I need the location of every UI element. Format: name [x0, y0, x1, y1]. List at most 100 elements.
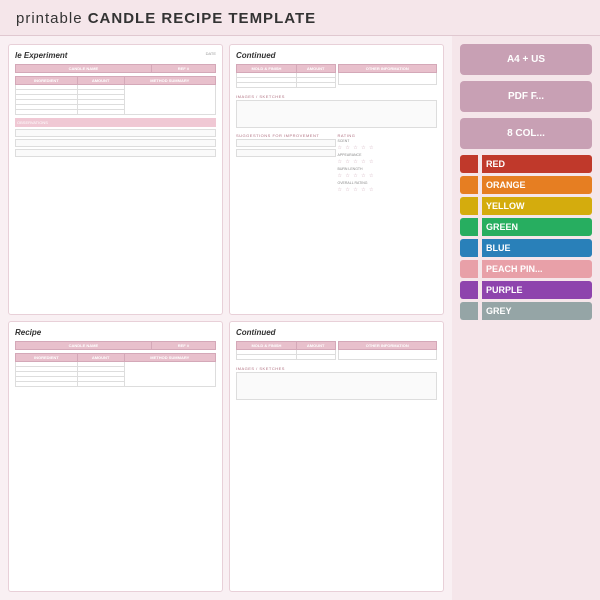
card1-table-header: CANDLE NAME REF #	[15, 64, 216, 73]
color-item-yellow: YELLOW	[460, 197, 592, 215]
card3-amount-col: AMOUNT	[77, 354, 124, 362]
color-swatch-purple	[460, 281, 478, 299]
card4-other-table: OTHER INFORMATION	[338, 341, 438, 360]
card2-images-box	[236, 100, 437, 128]
card2-appearance-label: APPEARANCE	[338, 153, 438, 157]
color-item-grey: GREY	[460, 302, 592, 320]
card3-candle-name: CANDLE NAME	[16, 342, 152, 350]
card2-bottom-section: SUGGESTIONS FOR IMPROVEMENT RATING SCENT…	[236, 130, 437, 195]
color-swatch-grey	[460, 302, 478, 320]
card4-title: Continued	[236, 328, 437, 337]
card1-title: le Experiment	[15, 51, 216, 60]
card1-ref: REF #	[151, 65, 215, 73]
card1-observations-box	[15, 129, 216, 137]
card3-table-header: CANDLE NAME REF #	[15, 341, 216, 350]
color-item-orange: ORANGE	[460, 176, 592, 194]
card2-scent-stars: ☆ ☆ ☆ ☆ ☆	[338, 145, 438, 151]
card4-mold-col: MOLD & FINISH	[237, 342, 297, 350]
color-item-red: RED	[460, 155, 592, 173]
color-swatch-green	[460, 218, 478, 236]
card2-overall-label: OVERALL RATING	[338, 181, 438, 185]
color-list: RED ORANGE YELLOW GREEN BLUE PEACH PIN... PURP…	[460, 155, 592, 320]
card3-title: Recipe	[15, 328, 216, 337]
color-item-peach-pink: PEACH PIN...	[460, 260, 592, 278]
card2-title: Continued	[236, 51, 437, 60]
card2-other-section: OTHER INFORMATION	[338, 64, 438, 91]
page-header: printable CANDLE RECIPE TEMPLATE	[0, 0, 600, 36]
color-swatch-blue	[460, 239, 478, 257]
card4-mold-section: MOLD & FINISH AMOUNT	[236, 341, 336, 363]
template-card-continued2: Continued MOLD & FINISH AMOUNT	[229, 321, 444, 592]
card2-suggestions-box2	[236, 149, 336, 157]
card3-ingredients-table: INGREDIENT AMOUNT METHOD SUMMARY	[15, 353, 216, 387]
color-label-orange: ORANGE	[482, 176, 592, 194]
card1-observations-label: OBSERVATIONS	[15, 118, 216, 127]
card2-overall-stars: ☆ ☆ ☆ ☆ ☆	[338, 187, 438, 193]
card2-amount-col: AMOUNT	[296, 65, 335, 73]
template-card-continued1: Continued MOLD & FINISH AMOUNT	[229, 44, 444, 315]
color-swatch-yellow	[460, 197, 478, 215]
card4-top-section: MOLD & FINISH AMOUNT OTHER INFORMATION	[236, 341, 437, 363]
header-title: CANDLE RECIPE TEMPLATE	[88, 10, 316, 27]
card2-suggestions-col: SUGGESTIONS FOR IMPROVEMENT	[236, 130, 336, 195]
info-panel: A4 + US PDF F... 8 COL... RED ORANGE YELLO…	[452, 36, 600, 600]
card1-ingredient-col: INGREDIENT	[16, 77, 78, 85]
card2-suggestions-box	[236, 139, 336, 147]
color-item-purple: PURPLE	[460, 281, 592, 299]
color-label-red: RED	[482, 155, 592, 173]
card2-other-table: OTHER INFORMATION	[338, 64, 438, 85]
color-swatch-red	[460, 155, 478, 173]
color-label-yellow: YELLOW	[482, 197, 592, 215]
card1-amount-col: AMOUNT	[77, 77, 124, 85]
main-content: le Experiment DATE CANDLE NAME REF # ING…	[0, 36, 600, 600]
color-item-green: GREEN	[460, 218, 592, 236]
card1-candle-name: CANDLE NAME	[16, 65, 152, 73]
card2-appearance-stars: ☆ ☆ ☆ ☆ ☆	[338, 159, 438, 165]
card2-overall-stars-display: ☆ ☆ ☆ ☆ ☆	[338, 187, 375, 193]
card2-burn-stars: ☆ ☆ ☆ ☆ ☆	[338, 173, 438, 179]
badge-format: PDF F...	[460, 81, 592, 112]
card1-method-col: METHOD SUMMARY	[124, 77, 215, 85]
color-item-blue: BLUE	[460, 239, 592, 257]
card2-mold-table: MOLD & FINISH AMOUNT	[236, 64, 336, 88]
card2-rating-col: RATING SCENT ☆ ☆ ☆ ☆ ☆ APPEARANCE ☆ ☆ ☆ …	[338, 130, 438, 195]
card4-other-col: OTHER INFORMATION	[338, 342, 437, 350]
color-label-green: GREEN	[482, 218, 592, 236]
card2-top-section: MOLD & FINISH AMOUNT OTHER INFORMATION	[236, 64, 437, 91]
card2-burn-label: BURN LENGTH	[338, 167, 438, 171]
color-label-blue: BLUE	[482, 239, 592, 257]
card4-images-box	[236, 372, 437, 400]
color-swatch-peach-pink	[460, 260, 478, 278]
header-prefix: printable	[16, 10, 88, 27]
templates-panel: le Experiment DATE CANDLE NAME REF # ING…	[0, 36, 452, 600]
card2-overall-row: OVERALL RATING	[338, 181, 438, 185]
color-label-grey: GREY	[482, 302, 592, 320]
card3-ingredient-col: INGREDIENT	[16, 354, 78, 362]
card2-other-col: OTHER INFORMATION	[338, 65, 437, 73]
card2-appearance-row: APPEARANCE	[338, 153, 438, 157]
color-label-purple: PURPLE	[482, 281, 592, 299]
template-card-experiment: le Experiment DATE CANDLE NAME REF # ING…	[8, 44, 223, 315]
card4-images-label: IMAGES / SKETCHES	[236, 366, 437, 371]
color-label-peach-pink: PEACH PIN...	[482, 260, 592, 278]
card4-other-section: OTHER INFORMATION	[338, 341, 438, 363]
card2-scent-label: SCENT	[338, 139, 438, 143]
card1-observations-box2	[15, 139, 216, 147]
card4-mold-table: MOLD & FINISH AMOUNT	[236, 341, 336, 360]
card2-images-label: IMAGES / SKETCHES	[236, 94, 437, 99]
card2-scent-row: SCENT	[338, 139, 438, 143]
card1-date: DATE	[206, 51, 216, 56]
template-card-recipe: Recipe CANDLE NAME REF # INGREDIENT AMOU…	[8, 321, 223, 592]
card2-rating-label: RATING	[338, 133, 438, 138]
card2-scent-stars-display: ☆ ☆ ☆ ☆ ☆	[338, 145, 375, 151]
color-swatch-orange	[460, 176, 478, 194]
card1-ingredients-table: INGREDIENT AMOUNT METHOD SUMMARY	[15, 76, 216, 115]
card2-appearance-stars-display: ☆ ☆ ☆ ☆ ☆	[338, 159, 375, 165]
card1-observations-box3	[15, 149, 216, 157]
badge-size: A4 + US	[460, 44, 592, 75]
card2-suggestions-label: SUGGESTIONS FOR IMPROVEMENT	[236, 133, 336, 138]
badge-colors: 8 COL...	[460, 118, 592, 149]
card3-ref: REF #	[151, 342, 215, 350]
card2-mold-col: MOLD & FINISH	[237, 65, 297, 73]
card2-burn-row: BURN LENGTH	[338, 167, 438, 171]
